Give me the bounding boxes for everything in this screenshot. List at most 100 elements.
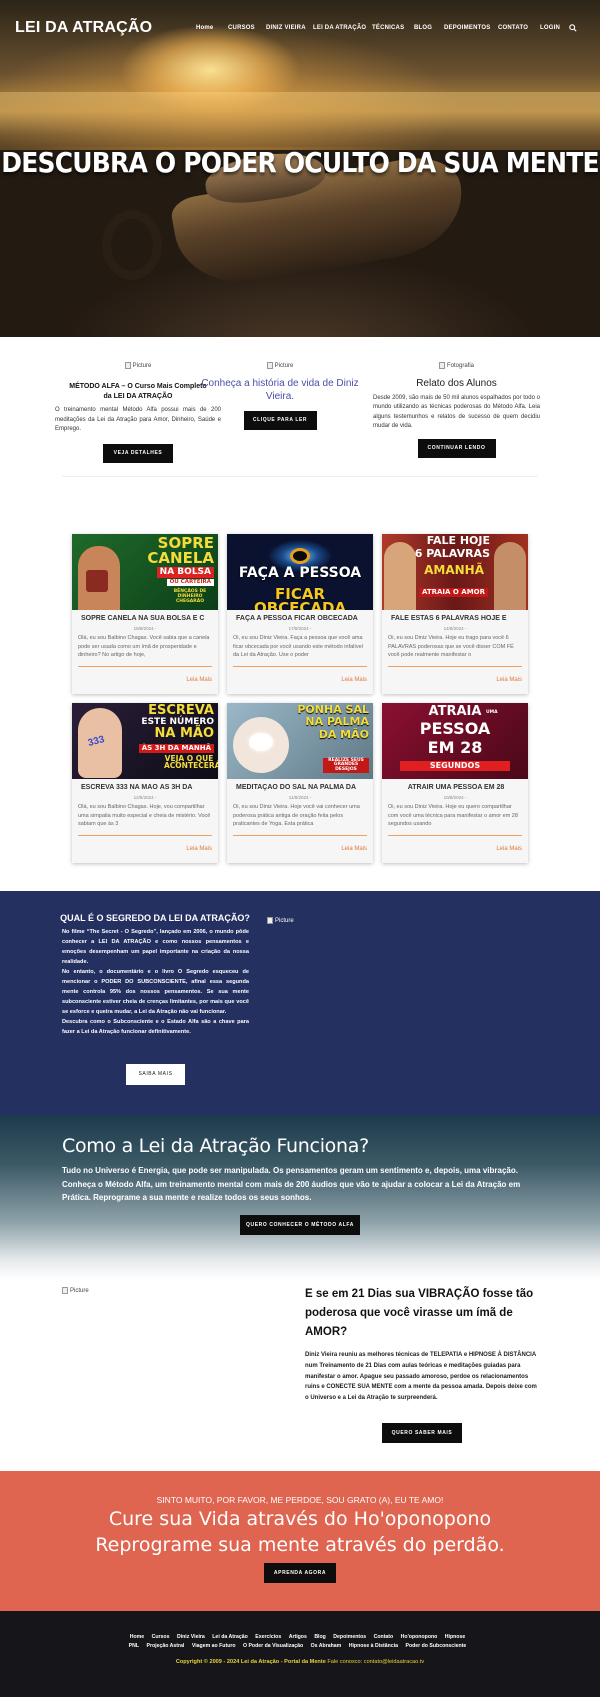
post-excerpt: Olá, eu sou Balbino Chagas. Você sabia q… [78,635,210,659]
post-card[interactable]: ATRAIA UMA PESSOA EM 28 SEGUNDOS ATRAIR … [382,703,528,863]
broken-image-icon [62,1287,68,1294]
feature-relato-alunos: Fotografia Relato dos Alunos Desde 2009,… [373,337,540,459]
read-more-link[interactable]: Leia Mais [341,677,367,683]
post-card[interactable]: FALE HOJE 6 PALAVRAS AMANHÃ ATRAIA O AMO… [382,534,528,694]
footer-link[interactable]: Ho'oponopono [401,1634,438,1640]
continuar-lendo-button[interactable]: CONTINUAR LENDO [417,439,496,459]
post-card[interactable]: SOPRE CANELA NA BOLSA OU CARTEIRA BÊNÇÃO… [72,534,218,694]
saiba-mais-button[interactable]: SAIBA MAIS [126,1064,185,1085]
copyright-text: Copyright © 2009 - 2024 Lei da Atração -… [175,1659,326,1665]
image-alt-text: Picture [132,362,152,369]
post-card[interactable]: FAÇA A PESSOA FICAR OBCECADA FAÇA A PESS… [227,534,373,694]
clique-para-ler-button[interactable]: CLIQUE PARA LER [243,411,317,430]
thumb-text: EM 28 [427,738,483,757]
footer-link[interactable]: Projeção Astral [147,1643,185,1649]
quero-saber-mais-button[interactable]: QUERO SABER MAIS [382,1423,462,1443]
thumb-text: CANELA [147,549,214,567]
post-card[interactable]: PONHA SAL NA PALMA DA MÃO REALIZE SEUS G… [227,703,373,863]
paragraph: Descubra como o Subconsciente e o Estado… [62,1018,249,1035]
read-more-link[interactable]: Leia Mais [341,846,367,852]
thumb-text: 6 PALAVRAS [414,547,490,560]
footer-link[interactable]: O Poder da Visualização [243,1643,303,1649]
post-thumbnail[interactable]: 333 ESCREVA ESTE NÚMERO NA MÃO ÀS 3H DA … [72,703,218,779]
divider [388,835,522,836]
nav-lei-da-atracao[interactable]: LEI DA ATRAÇÃO [313,25,366,31]
post-title[interactable]: MEDITAÇÃO DO SAL NA PALMA DA [236,784,366,791]
footer-link[interactable]: Cursos [152,1634,170,1640]
nav-diniz-vieira[interactable]: DINIZ VIEIRA [266,25,306,31]
features-section: Picture MÉTODO ALFA – O Curso Mais Compl… [0,337,600,477]
feature-image: Picture [195,362,365,369]
divider [388,666,522,667]
footer-link[interactable]: Lei da Atração [212,1634,248,1640]
secret-image: Picture [267,917,294,924]
footer-link[interactable]: Poder do Subconsciente [405,1643,466,1649]
broken-image-icon [438,362,445,369]
read-more-link[interactable]: Leia Mais [496,677,522,683]
footer-link[interactable]: Hipnose [445,1634,465,1640]
post-title[interactable]: ESCREVA 333 NA MÃO ÀS 3H DA [81,784,211,791]
post-card[interactable]: 333 ESCREVA ESTE NÚMERO NA MÃO ÀS 3H DA … [72,703,218,863]
post-excerpt: Olá, eu sou Balbino Chagas. Hoje, vou co… [78,804,211,828]
post-title[interactable]: SOPRE CANELA NA SUA BOLSA E C [81,615,211,622]
feature-text: Desde 2009, são mais de 50 mil alunos es… [373,395,540,429]
footer-link[interactable]: Os Abraham [311,1643,342,1649]
nav-contato[interactable]: CONTATO [498,25,528,31]
feature-title[interactable]: Conheça a história de vida de Diniz Viei… [195,377,365,403]
section-title: E se em 21 Dias sua VIBRAÇÃO fosse tão p… [305,1288,534,1338]
footer-link[interactable]: Artigos [289,1634,307,1640]
post-thumbnail[interactable]: SOPRE CANELA NA BOLSA OU CARTEIRA BÊNÇÃO… [72,534,218,610]
read-more-link[interactable]: Leia Mais [496,846,522,852]
post-thumbnail[interactable]: ATRAIA UMA PESSOA EM 28 SEGUNDOS [382,703,528,779]
post-title[interactable]: FAÇA A PESSOA FICAR OBCECADA [236,615,366,622]
footer-link[interactable]: Hipnose à Distância [349,1643,398,1649]
footer-link[interactable]: Contato [374,1634,394,1640]
image-alt-text: Fotografia [446,362,474,369]
thumb-text: REALIZE SEUS GRANDES DESEJOS [323,758,369,773]
footer-link[interactable]: Home [130,1634,144,1640]
footer-link[interactable]: PNL [129,1643,139,1649]
site-logo[interactable]: LEI DA ATRAÇÃO [15,19,152,37]
paragraph: No entanto, o documentário e o livro O S… [62,968,249,1015]
footer-links: Home Cursos Diniz Vieira Lei da Atração … [125,1633,470,1651]
nav-blog[interactable]: BLOG [414,25,432,31]
divider [78,666,212,667]
broken-image-icon [266,362,273,369]
post-thumbnail[interactable]: PONHA SAL NA PALMA DA MÃO REALIZE SEUS G… [227,703,373,779]
secret-section: QUAL É O SEGREDO DA LEI DA ATRAÇÃO? No f… [0,891,600,1115]
contact-link[interactable]: Fale conosco: contato@leidaatracao.tv [327,1659,424,1665]
thumb-text: ESCREVA [148,703,214,718]
nav-depoimentos[interactable]: DEPOIMENTOS [444,25,490,31]
search-icon[interactable] [569,24,577,32]
read-more-link[interactable]: Leia Mais [186,846,212,852]
nav-home[interactable]: Home [196,25,213,31]
post-thumbnail[interactable]: FALE HOJE 6 PALAVRAS AMANHÃ ATRAIA O AMO… [382,534,528,610]
man-figure [494,542,526,610]
footer-link[interactable]: Depoimentos [333,1634,366,1640]
footer-link[interactable]: Viagem ao Futuro [192,1643,236,1649]
post-thumbnail[interactable]: FAÇA A PESSOA FICAR OBCECADA [227,534,373,610]
salt-figure [249,733,273,751]
read-more-link[interactable]: Leia Mais [186,677,212,683]
post-excerpt: Oi, eu sou Diniz Vieira. Hoje você vai c… [233,804,360,828]
post-date: 11/8/2024 - [288,795,312,800]
conhecer-metodo-alfa-button[interactable]: QUERO CONHECER O MÉTODO ALFA [240,1215,360,1235]
veja-detalhes-button[interactable]: VEJA DETALHES [103,444,173,464]
footer-link[interactable]: Exercícios [255,1634,281,1640]
copyright: Copyright © 2009 - 2024 Lei da Atração -… [0,1659,600,1665]
feature-image: Fotografia [373,362,540,369]
footer-link[interactable]: Diniz Vieira [177,1634,205,1640]
post-title[interactable]: FALE ESTAS 6 PALAVRAS HOJE E [391,615,521,622]
nav-cursos[interactable]: CURSOS [228,25,255,31]
hoop-subheadline: Reprograme sua mente através do perdão. [95,1534,505,1556]
divider [78,835,212,836]
thumb-text: ATRAIA [428,704,482,719]
footer-link[interactable]: Blog [314,1634,326,1640]
post-title[interactable]: ATRAIR UMA PESSOA EM 28 [391,784,521,791]
nav-tecnicas[interactable]: TÉCNICAS [372,25,404,31]
hooponopono-section: SINTO MUITO, POR FAVOR, ME PERDOE, SOU G… [0,1471,600,1611]
divider [233,835,367,836]
how-it-works-section: Como a Lei da Atração Funciona? Tudo no … [0,1115,600,1280]
aprenda-agora-button[interactable]: APRENDA AGORA [264,1563,336,1583]
nav-login[interactable]: LOGIN [540,25,560,31]
